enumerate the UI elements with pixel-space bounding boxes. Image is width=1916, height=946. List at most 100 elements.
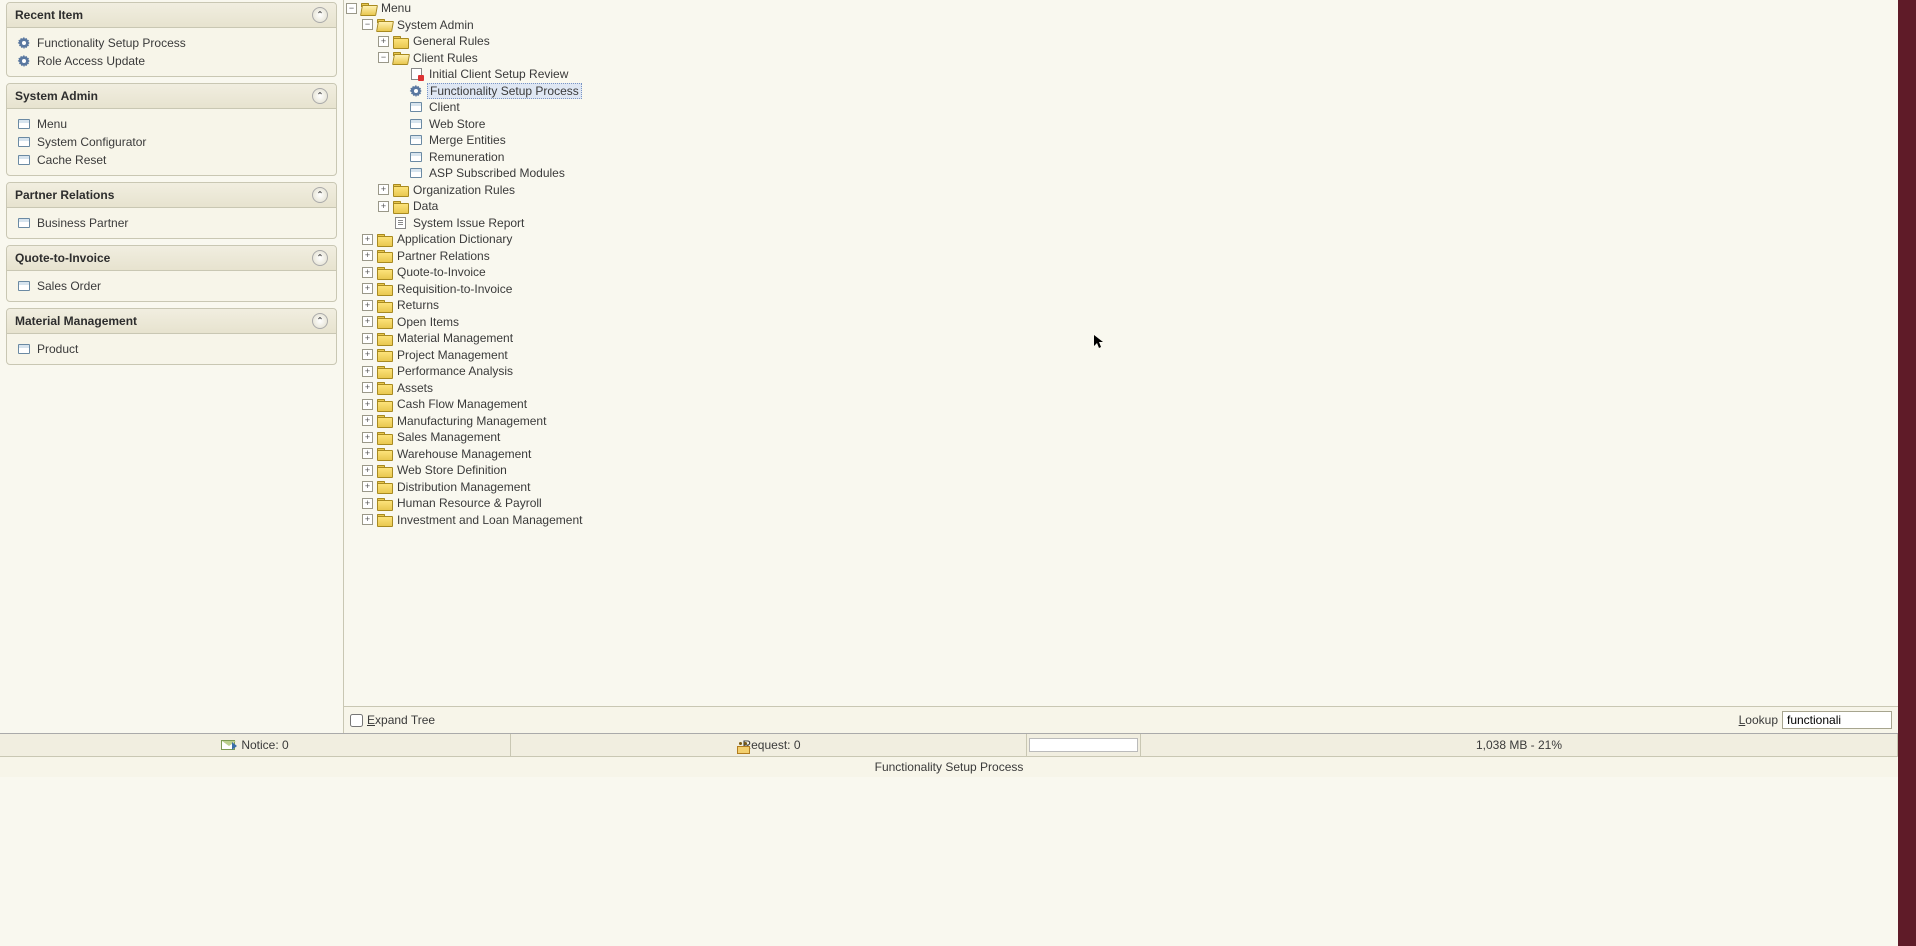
tree-row[interactable]: +Open Items [346, 314, 1898, 331]
tree-expander-none [394, 135, 405, 146]
status-notice[interactable]: Notice: 0 [0, 734, 511, 756]
tree-row[interactable]: +Data [346, 198, 1898, 215]
tree-expander-plus[interactable]: + [362, 481, 373, 492]
tree-row[interactable]: −Menu [346, 0, 1898, 17]
tree-scroll[interactable]: −Menu−System Admin+General Rules−Client … [344, 0, 1898, 706]
tree-row[interactable]: ASP Subscribed Modules [346, 165, 1898, 182]
tree-row[interactable]: −Client Rules [346, 50, 1898, 67]
panel-header[interactable]: Quote-to-Invoice⌃ [7, 246, 336, 271]
tree-expander-plus[interactable]: + [362, 465, 373, 476]
panel-item[interactable]: Role Access Update [13, 52, 330, 70]
tree-row[interactable]: + Performance Analysis [346, 363, 1898, 380]
panel-item[interactable]: Menu [13, 115, 330, 133]
tree-row[interactable]: + Cash Flow Management [346, 396, 1898, 413]
tree-row[interactable]: Remuneration [346, 149, 1898, 166]
tree-expander-plus[interactable]: + [362, 498, 373, 509]
tree-expander-plus[interactable]: + [378, 184, 389, 195]
folder-closed-icon [377, 233, 391, 245]
tree-row[interactable]: System Issue Report [346, 215, 1898, 232]
tree-expander-plus[interactable]: + [362, 300, 373, 311]
tree-row[interactable]: Functionality Setup Process [346, 83, 1898, 100]
memory-text: 1,038 MB - 21% [1476, 738, 1562, 752]
tree-expander-plus[interactable]: + [362, 283, 373, 294]
tree-node-label: Performance Analysis [395, 364, 515, 378]
panel-item[interactable]: Sales Order [13, 277, 330, 295]
folder-closed-icon [377, 497, 391, 509]
tree-row[interactable]: +Manufacturing Management [346, 413, 1898, 430]
tree-row[interactable]: +Web Store Definition [346, 462, 1898, 479]
panel-item[interactable]: Cache Reset [13, 151, 330, 169]
expand-tree-toggle[interactable]: Expand Tree [350, 713, 435, 727]
tree-row[interactable]: Merge Entities [346, 132, 1898, 149]
folder-open-icon [393, 52, 407, 64]
tree-row[interactable]: +Returns [346, 297, 1898, 314]
tree-row[interactable]: Client [346, 99, 1898, 116]
tree-row[interactable]: +Organization Rules [346, 182, 1898, 199]
tree-toolbar: Expand Tree Lookup [344, 706, 1898, 733]
tree-expander-minus[interactable]: − [378, 52, 389, 63]
tree-expander-plus[interactable]: + [378, 201, 389, 212]
panel-item[interactable]: System Configurator [13, 133, 330, 151]
panel-body: Business Partner [7, 208, 336, 238]
tree-expander-minus[interactable]: − [362, 19, 373, 30]
tree-expander-plus[interactable]: + [362, 234, 373, 245]
tree-expander-plus[interactable]: + [362, 333, 373, 344]
lookup-input[interactable] [1782, 711, 1892, 729]
tree-row[interactable]: +Warehouse Management [346, 446, 1898, 463]
tree-expander-plus[interactable]: + [362, 250, 373, 261]
tree-row[interactable]: Web Store [346, 116, 1898, 133]
tree-expander-plus[interactable]: + [362, 415, 373, 426]
tree-row[interactable]: Initial Client Setup Review [346, 66, 1898, 83]
tree-row[interactable]: +Human Resource & Payroll [346, 495, 1898, 512]
tree-expander-plus[interactable]: + [378, 36, 389, 47]
tree-expander-minus[interactable]: − [346, 3, 357, 14]
tree-row[interactable]: +Partner Relations [346, 248, 1898, 265]
tree-expander-plus[interactable]: + [362, 448, 373, 459]
tree-expander-plus[interactable]: + [362, 349, 373, 360]
expand-tree-checkbox[interactable] [350, 714, 363, 727]
panel-title: Recent Item [15, 8, 83, 22]
tree-row[interactable]: +Project Management [346, 347, 1898, 364]
folder-open-icon [377, 19, 391, 31]
tree-node-label: Cash Flow Management [395, 397, 529, 411]
window-icon [17, 342, 31, 356]
tree-expander-none [394, 118, 405, 129]
panel-item-label: Menu [37, 117, 67, 131]
status-request[interactable]: Request: 0 [511, 734, 1027, 756]
tree-row[interactable]: +Requisition-to-Invoice [346, 281, 1898, 298]
panel-body: Product [7, 334, 336, 364]
panel-header[interactable]: Partner Relations⌃ [7, 183, 336, 208]
panel-header[interactable]: Material Management⌃ [7, 309, 336, 334]
collapse-icon[interactable]: ⌃ [312, 88, 328, 104]
tree-expander-plus[interactable]: + [362, 432, 373, 443]
tree-row[interactable]: +Sales Management [346, 429, 1898, 446]
panel-item[interactable]: Functionality Setup Process [13, 34, 330, 52]
collapse-icon[interactable]: ⌃ [312, 250, 328, 266]
tree-row[interactable]: +General Rules [346, 33, 1898, 50]
window-icon [409, 166, 423, 180]
collapse-icon[interactable]: ⌃ [312, 7, 328, 23]
tree-row[interactable]: +Distribution Management [346, 479, 1898, 496]
tree-row[interactable]: +Assets [346, 380, 1898, 397]
collapse-icon[interactable]: ⌃ [312, 313, 328, 329]
tree-expander-none [378, 217, 389, 228]
collapse-icon[interactable]: ⌃ [312, 187, 328, 203]
tree-row[interactable]: +Investment and Loan Management [346, 512, 1898, 529]
status-bar: Notice: 0 Request: 0 1,038 MB - 21% [0, 733, 1898, 756]
tree-expander-plus[interactable]: + [362, 267, 373, 278]
tree-expander-plus[interactable]: + [362, 399, 373, 410]
panel-header[interactable]: System Admin⌃ [7, 84, 336, 109]
panel-item[interactable]: Product [13, 340, 330, 358]
tree-row[interactable]: −System Admin [346, 17, 1898, 34]
tree-expander-plus[interactable]: + [362, 316, 373, 327]
panel-item-label: Business Partner [37, 216, 128, 230]
tree-expander-plus[interactable]: + [362, 382, 373, 393]
tree-row[interactable]: +Material Management [346, 330, 1898, 347]
tree-row[interactable]: +Application Dictionary [346, 231, 1898, 248]
tree-row[interactable]: +Quote-to-Invoice [346, 264, 1898, 281]
tree-expander-plus[interactable]: + [362, 514, 373, 525]
folder-closed-icon [377, 415, 391, 427]
panel-item[interactable]: Business Partner [13, 214, 330, 232]
tree-expander-plus[interactable]: + [362, 366, 373, 377]
panel-header[interactable]: Recent Item ⌃ [7, 3, 336, 28]
